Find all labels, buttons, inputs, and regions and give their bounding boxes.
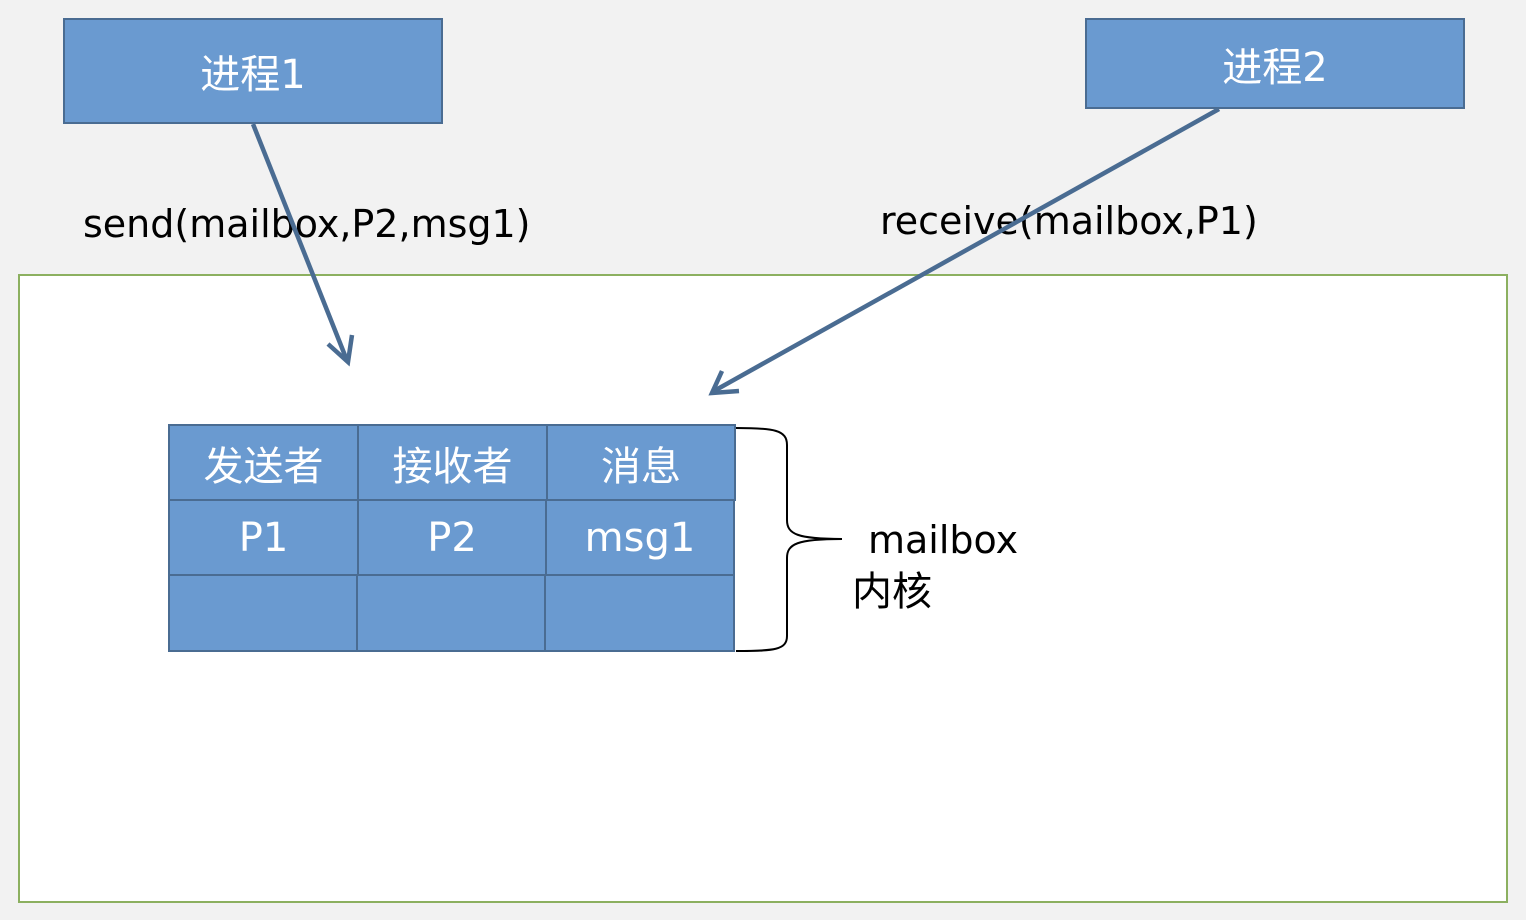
mailbox-label: mailbox bbox=[868, 518, 1019, 562]
table-header-label: 消息 bbox=[601, 443, 681, 490]
diagram-canvas: 进程1 进程2 send(mailbox,P2,msg1) receive(ma… bbox=[0, 0, 1526, 920]
table-header-sender: 发送者 bbox=[168, 424, 359, 501]
table-header-message: 消息 bbox=[546, 424, 736, 501]
receive-call-label: receive(mailbox,P1) bbox=[880, 199, 1258, 243]
table-cell-value: msg1 bbox=[584, 514, 696, 561]
table-cell-empty bbox=[356, 574, 546, 652]
process-2-box: 进程2 bbox=[1085, 18, 1465, 109]
table-cell-empty bbox=[168, 574, 358, 652]
table-header-label: 发送者 bbox=[203, 443, 324, 490]
table-header-receiver: 接收者 bbox=[357, 424, 548, 501]
table-cell-value: P1 bbox=[238, 514, 289, 561]
mailbox-table: 发送者 接收者 消息 P1 P2 msg1 bbox=[168, 424, 736, 652]
kernel-label: 内核 bbox=[852, 569, 932, 615]
table-cell-value: P2 bbox=[427, 514, 477, 561]
table-cell-receiver: P2 bbox=[357, 499, 547, 576]
table-cell-message: msg1 bbox=[545, 499, 735, 576]
process-1-box: 进程1 bbox=[63, 18, 443, 124]
send-call-label: send(mailbox,P2,msg1) bbox=[83, 202, 531, 246]
process-1-label: 进程1 bbox=[200, 52, 306, 98]
table-header-label: 接收者 bbox=[392, 443, 513, 490]
table-cell-sender: P1 bbox=[168, 499, 359, 576]
process-2-label: 进程2 bbox=[1222, 44, 1328, 91]
table-cell-empty bbox=[544, 574, 735, 652]
